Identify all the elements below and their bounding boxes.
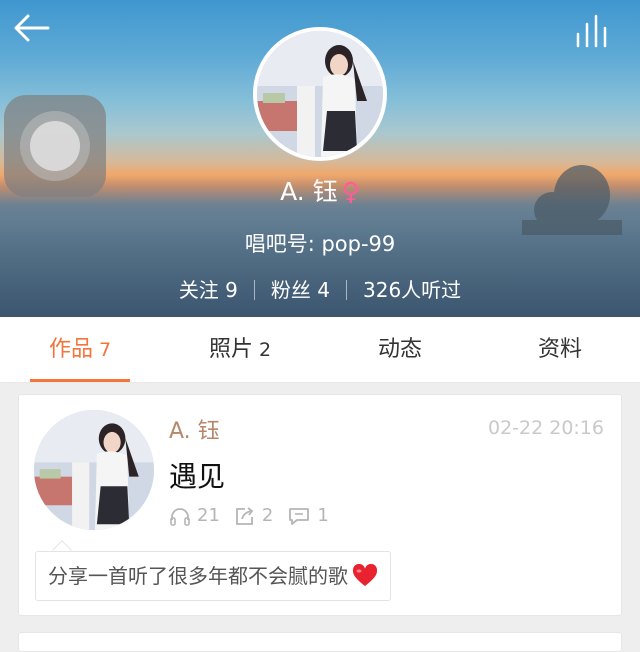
tab-photos[interactable]: 照片 2 bbox=[160, 317, 320, 383]
plays-count: 21 bbox=[197, 505, 220, 526]
profile-id: 唱吧号: pop-99 bbox=[244, 232, 396, 256]
female-gender-icon: ♀ bbox=[341, 177, 360, 206]
following-count[interactable]: 关注 9 bbox=[179, 278, 238, 302]
equalizer-icon[interactable] bbox=[574, 14, 612, 48]
active-tab-indicator bbox=[30, 379, 130, 382]
tab-label: 资料 bbox=[537, 337, 582, 362]
plays-metric: 21 bbox=[169, 505, 220, 526]
comment-icon bbox=[289, 507, 310, 525]
profile-name: A. 钰 ♀ bbox=[0, 172, 640, 208]
profile-tabs: 作品 7 照片 2 动态 资料 bbox=[0, 317, 640, 383]
tab-count: 7 bbox=[98, 339, 112, 361]
song-title[interactable]: 遇见 bbox=[169, 455, 225, 495]
profile-avatar[interactable] bbox=[253, 27, 387, 161]
post-author[interactable]: A. 钰 bbox=[169, 413, 220, 445]
post-cover-avatar[interactable] bbox=[34, 410, 154, 530]
shares-metric[interactable]: 2 bbox=[234, 505, 273, 526]
avatar-photo bbox=[257, 31, 383, 157]
stats-divider bbox=[346, 280, 347, 300]
tab-label: 动态 bbox=[377, 337, 422, 362]
post-metrics: 21 2 1 bbox=[169, 505, 343, 526]
share-icon bbox=[236, 506, 254, 525]
tab-works[interactable]: 作品 7 bbox=[0, 317, 160, 383]
share-text-bubble: 分享一首听了很多年都不会腻的歌 bbox=[35, 551, 391, 601]
tab-label: 作品 bbox=[48, 337, 93, 362]
back-arrow-icon[interactable] bbox=[12, 12, 52, 44]
tab-info[interactable]: 资料 bbox=[480, 317, 640, 383]
headphones-icon bbox=[170, 507, 190, 526]
profile-stats: 关注 9 粉丝 4 326人听过 bbox=[0, 274, 640, 303]
avatar-photo bbox=[34, 410, 154, 530]
shares-count: 2 bbox=[261, 505, 274, 526]
fans-count[interactable]: 粉丝 4 bbox=[271, 278, 330, 302]
tab-activity[interactable]: 动态 bbox=[320, 317, 480, 383]
share-text: 分享一首听了很多年都不会腻的歌 bbox=[48, 564, 348, 588]
heart-icon bbox=[352, 564, 378, 586]
assistive-touch-core bbox=[30, 121, 80, 171]
listeners-count: 326人听过 bbox=[363, 278, 462, 302]
post-timestamp: 02-22 20:16 bbox=[487, 417, 604, 439]
profile-name-text: A. 钰 bbox=[280, 177, 338, 206]
next-work-card[interactable] bbox=[18, 632, 622, 652]
stats-divider bbox=[253, 280, 255, 300]
tab-label: 照片 bbox=[208, 337, 253, 362]
profile-header: A. 钰 ♀ 唱吧号: pop-99 关注 9 粉丝 4 326人听过 bbox=[0, 0, 640, 317]
work-card[interactable]: A. 钰 02-22 20:16 遇见 21 2 1 分享一首听了很多年都不会腻… bbox=[18, 394, 622, 616]
comments-count: 1 bbox=[317, 505, 329, 526]
comments-metric[interactable]: 1 bbox=[287, 505, 329, 526]
tab-count: 2 bbox=[258, 339, 272, 361]
